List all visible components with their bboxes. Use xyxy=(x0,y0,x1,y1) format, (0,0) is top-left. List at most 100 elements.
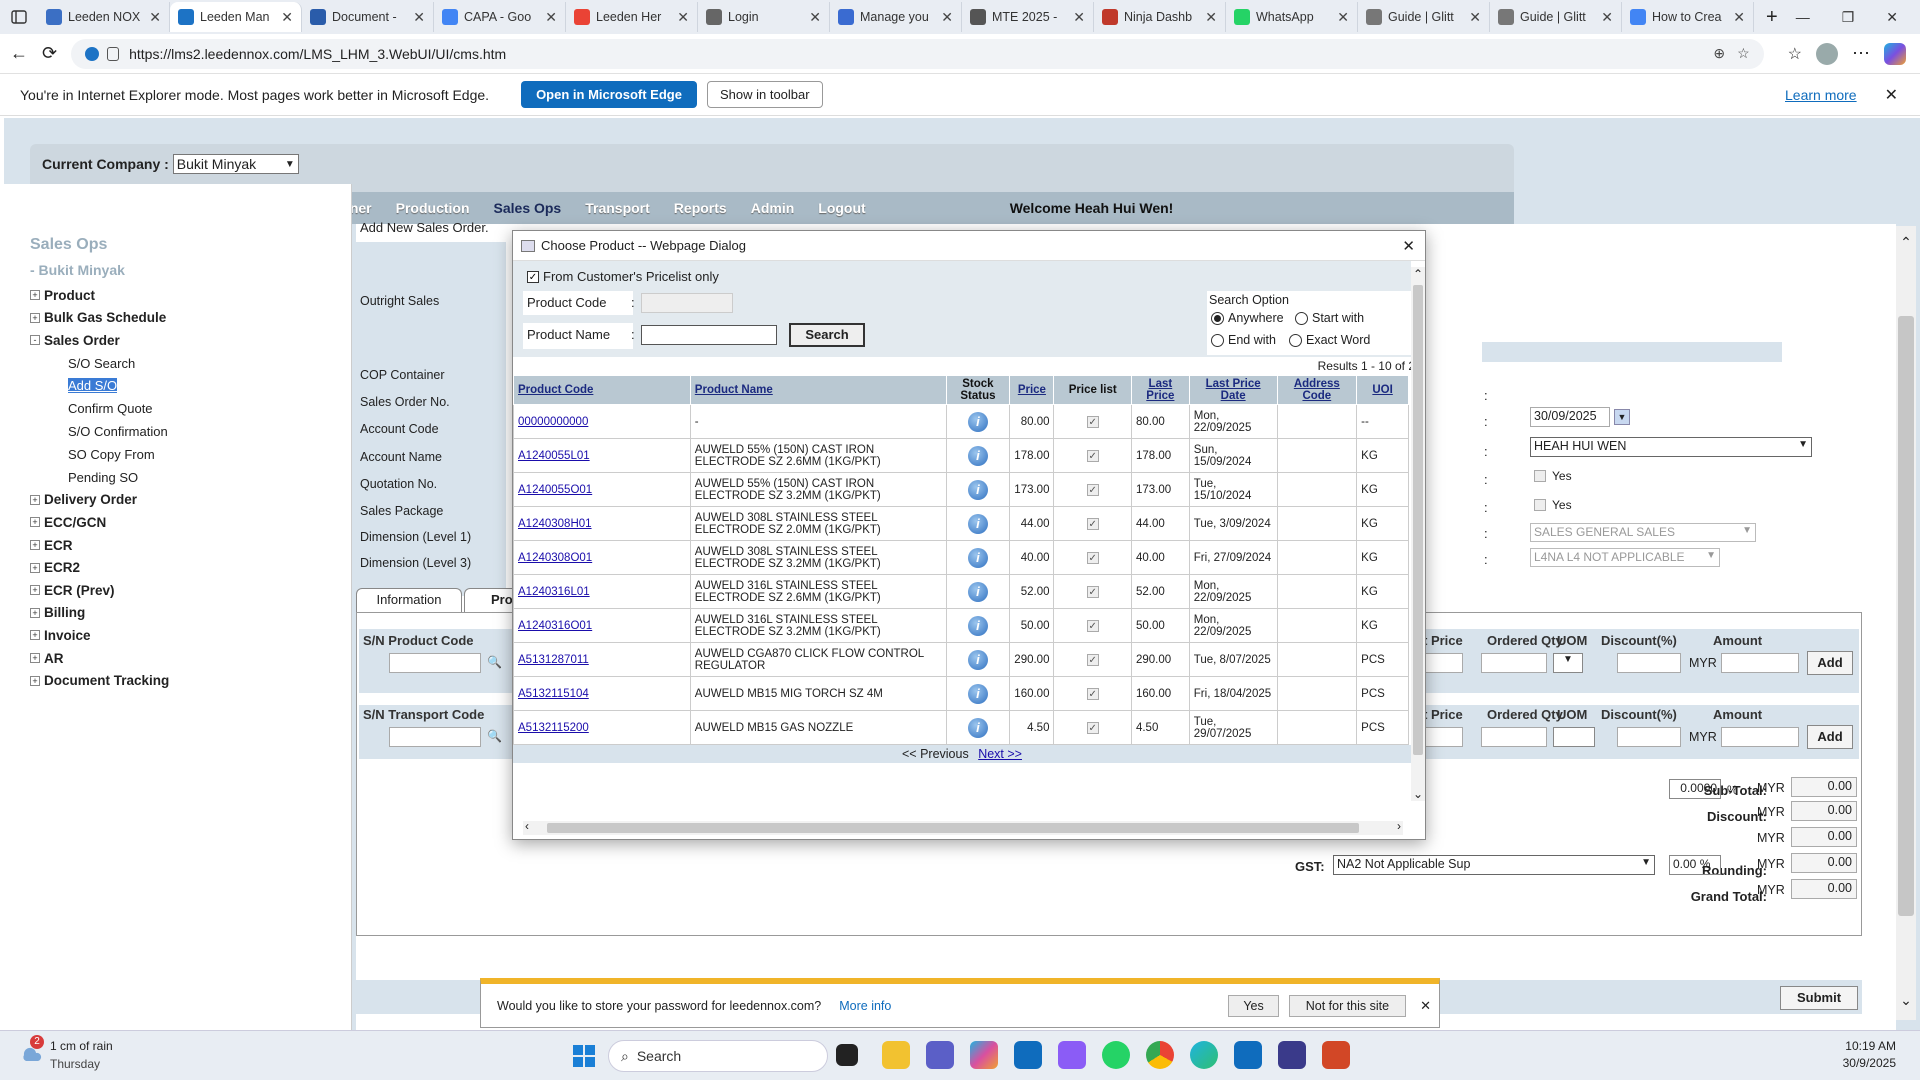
zoom-icon[interactable]: ⊕ xyxy=(1713,45,1725,62)
dialog-product-name-input[interactable] xyxy=(641,325,777,345)
package-yes-checkbox[interactable] xyxy=(1534,499,1546,511)
task-view-icon[interactable] xyxy=(836,1044,858,1066)
outlook-icon[interactable] xyxy=(1234,1041,1262,1069)
browser-tab[interactable]: How to Crea ✕ xyxy=(1622,2,1754,32)
more-menu-icon[interactable]: ⋯ xyxy=(1852,43,1870,64)
pricelist-only-checkbox[interactable]: ✓ xyxy=(527,270,539,283)
nav-transport[interactable]: Transport xyxy=(573,200,662,216)
learn-more-link[interactable]: Learn more xyxy=(1785,87,1857,103)
new-tab-icon[interactable]: + xyxy=(1754,6,1790,29)
discount-input[interactable] xyxy=(1617,727,1681,747)
scroll-thumb[interactable] xyxy=(1898,316,1914,916)
expand-icon[interactable]: + xyxy=(30,494,40,505)
close-tab-icon[interactable]: ✕ xyxy=(413,9,425,26)
close-tab-icon[interactable]: ✕ xyxy=(941,9,953,26)
more-info-link[interactable]: More info xyxy=(839,999,891,1013)
sidebar-item[interactable]: + Delivery Order xyxy=(30,489,350,512)
salesperson-select[interactable]: HEAH HUI WEN ▼ xyxy=(1530,437,1812,457)
dialog-product-code-input[interactable] xyxy=(641,293,733,313)
expand-icon[interactable]: + xyxy=(30,540,40,551)
dialog-vscroll-thumb[interactable] xyxy=(1413,285,1423,755)
tab-information[interactable]: Information xyxy=(356,588,462,612)
sidebar-item[interactable]: + ECR (Prev) xyxy=(30,579,350,602)
stock-info-icon[interactable]: i xyxy=(967,513,988,534)
table-row[interactable]: A5132115200 AUWELD MB15 GAS NOZZLE i 4.50 ✓ 4… xyxy=(513,710,1409,745)
product-search-icon[interactable]: 🔍 xyxy=(487,655,502,669)
unit-price-input[interactable] xyxy=(1423,653,1463,673)
product-code-link[interactable]: A5132115104 xyxy=(518,688,589,700)
product-code-link[interactable]: A1240316O01 xyxy=(518,620,592,632)
transport-search-icon[interactable]: 🔍 xyxy=(487,729,502,743)
copilot-icon[interactable] xyxy=(1884,42,1906,65)
sidebar-subitem[interactable]: Pending SO xyxy=(30,466,350,489)
product-code-link[interactable]: 00000000000 xyxy=(518,416,588,428)
product-code-link[interactable]: A1240055O01 xyxy=(518,484,592,496)
calendar-dropdown-icon[interactable]: ▼ xyxy=(1614,409,1630,425)
scroll-right-icon[interactable]: › xyxy=(1397,819,1401,833)
product-code-link[interactable]: A5131287011 xyxy=(518,654,589,666)
expand-icon[interactable]: + xyxy=(30,653,40,664)
favorites-bar-icon[interactable]: ☆ xyxy=(1788,44,1802,64)
sidebar-item[interactable]: + ECC/GCN xyxy=(30,511,350,534)
save-password-yes-button[interactable]: Yes xyxy=(1228,994,1279,1017)
sidebar-item[interactable]: + Bulk Gas Schedule xyxy=(30,307,350,330)
table-row[interactable]: A5132115104 AUWELD MB15 MIG TORCH SZ 4M i 1… xyxy=(513,676,1409,711)
close-tab-icon[interactable]: ✕ xyxy=(1073,9,1085,26)
windows-start-icon[interactable] xyxy=(572,1044,596,1068)
stock-info-icon[interactable]: i xyxy=(967,547,988,568)
clock-time[interactable]: 10:19 AM xyxy=(1843,1039,1896,1053)
ordered-qty-input[interactable] xyxy=(1481,727,1547,747)
next-page-link[interactable]: Next >> xyxy=(978,747,1022,761)
browser-tab[interactable]: Leeden NOX ✕ xyxy=(38,2,170,32)
expand-icon[interactable]: + xyxy=(30,607,40,618)
radio-exact-word[interactable] xyxy=(1289,333,1302,347)
expand-icon[interactable]: + xyxy=(30,517,40,528)
discount-input[interactable] xyxy=(1617,653,1681,673)
table-row[interactable]: A1240055L01 AUWELD 55% (150N) CAST IRON E… xyxy=(513,438,1409,473)
browser-tab[interactable]: Guide | Glitt ✕ xyxy=(1358,2,1490,32)
column-header[interactable]: Price xyxy=(1009,375,1055,405)
expand-icon[interactable]: + xyxy=(30,675,40,686)
not-for-this-site-button[interactable]: Not for this site xyxy=(1288,994,1407,1017)
url-field[interactable]: https://lms2.leedennox.com/LMS_LHM_3.Web… xyxy=(71,38,1764,69)
discount-percent-input[interactable]: 0.0000 xyxy=(1669,779,1721,799)
dialog-search-button[interactable]: Search xyxy=(789,323,865,347)
collapse-icon[interactable]: - xyxy=(30,335,40,346)
table-row[interactable]: A1240308O01 AUWELD 308L STAINLESS STEEL E… xyxy=(513,540,1409,575)
browser-tab[interactable]: Login ✕ xyxy=(698,2,830,32)
close-tab-icon[interactable]: ✕ xyxy=(545,9,557,26)
stock-info-icon[interactable]: i xyxy=(967,479,988,500)
column-header[interactable]: Last Price Date xyxy=(1188,375,1278,405)
dialog-hscroll[interactable]: ‹ › xyxy=(523,819,1403,835)
page-scrollbar[interactable]: ⌃ ⌄ xyxy=(1896,226,1916,1020)
scroll-up-icon[interactable]: ⌃ xyxy=(1411,267,1425,281)
sidebar-item[interactable]: + Document Tracking xyxy=(30,669,350,692)
refresh-icon[interactable]: ⟳ xyxy=(42,43,57,64)
company-select[interactable]: Bukit Minyak ▼ xyxy=(172,154,299,174)
browser-tab[interactable]: MTE 2025 - ✕ xyxy=(962,2,1094,32)
browser-tab[interactable]: WhatsApp ✕ xyxy=(1226,2,1358,32)
transport-code-input[interactable] xyxy=(389,727,481,747)
nav-admin[interactable]: Admin xyxy=(739,200,807,216)
close-tab-icon[interactable]: ✕ xyxy=(281,9,293,26)
table-row[interactable]: A1240316L01 AUWELD 316L STAINLESS STEEL E… xyxy=(513,574,1409,609)
close-tab-icon[interactable]: ✕ xyxy=(1601,9,1613,26)
browser-tab[interactable]: Ninja Dashb ✕ xyxy=(1094,2,1226,32)
amount-input[interactable] xyxy=(1721,653,1799,673)
uom-select[interactable] xyxy=(1553,727,1595,747)
unit-price-input[interactable] xyxy=(1423,727,1463,747)
dimension1-select[interactable]: SALES GENERAL SALES ▼ xyxy=(1530,523,1756,542)
ie-mode-icon[interactable] xyxy=(85,46,100,61)
copilot-app-icon[interactable] xyxy=(970,1041,998,1069)
sidebar-subitem[interactable]: S/O Confirmation xyxy=(30,420,350,443)
dialog-close-icon[interactable]: ✕ xyxy=(1402,237,1415,255)
sidebar-subitem[interactable]: Confirm Quote xyxy=(30,397,350,420)
product-code-link[interactable]: A1240055L01 xyxy=(518,450,590,462)
scroll-up-icon[interactable]: ⌃ xyxy=(1896,234,1916,251)
table-row[interactable]: A5131287011 AUWELD CGA870 CLICK FLOW CONT… xyxy=(513,642,1409,677)
column-header[interactable]: Last Price xyxy=(1130,375,1190,405)
product-code-link[interactable]: A1240308O01 xyxy=(518,552,592,564)
nav-production[interactable]: Production xyxy=(384,200,482,216)
site-info-icon[interactable] xyxy=(107,46,120,61)
column-header[interactable]: UOI xyxy=(1356,375,1409,405)
